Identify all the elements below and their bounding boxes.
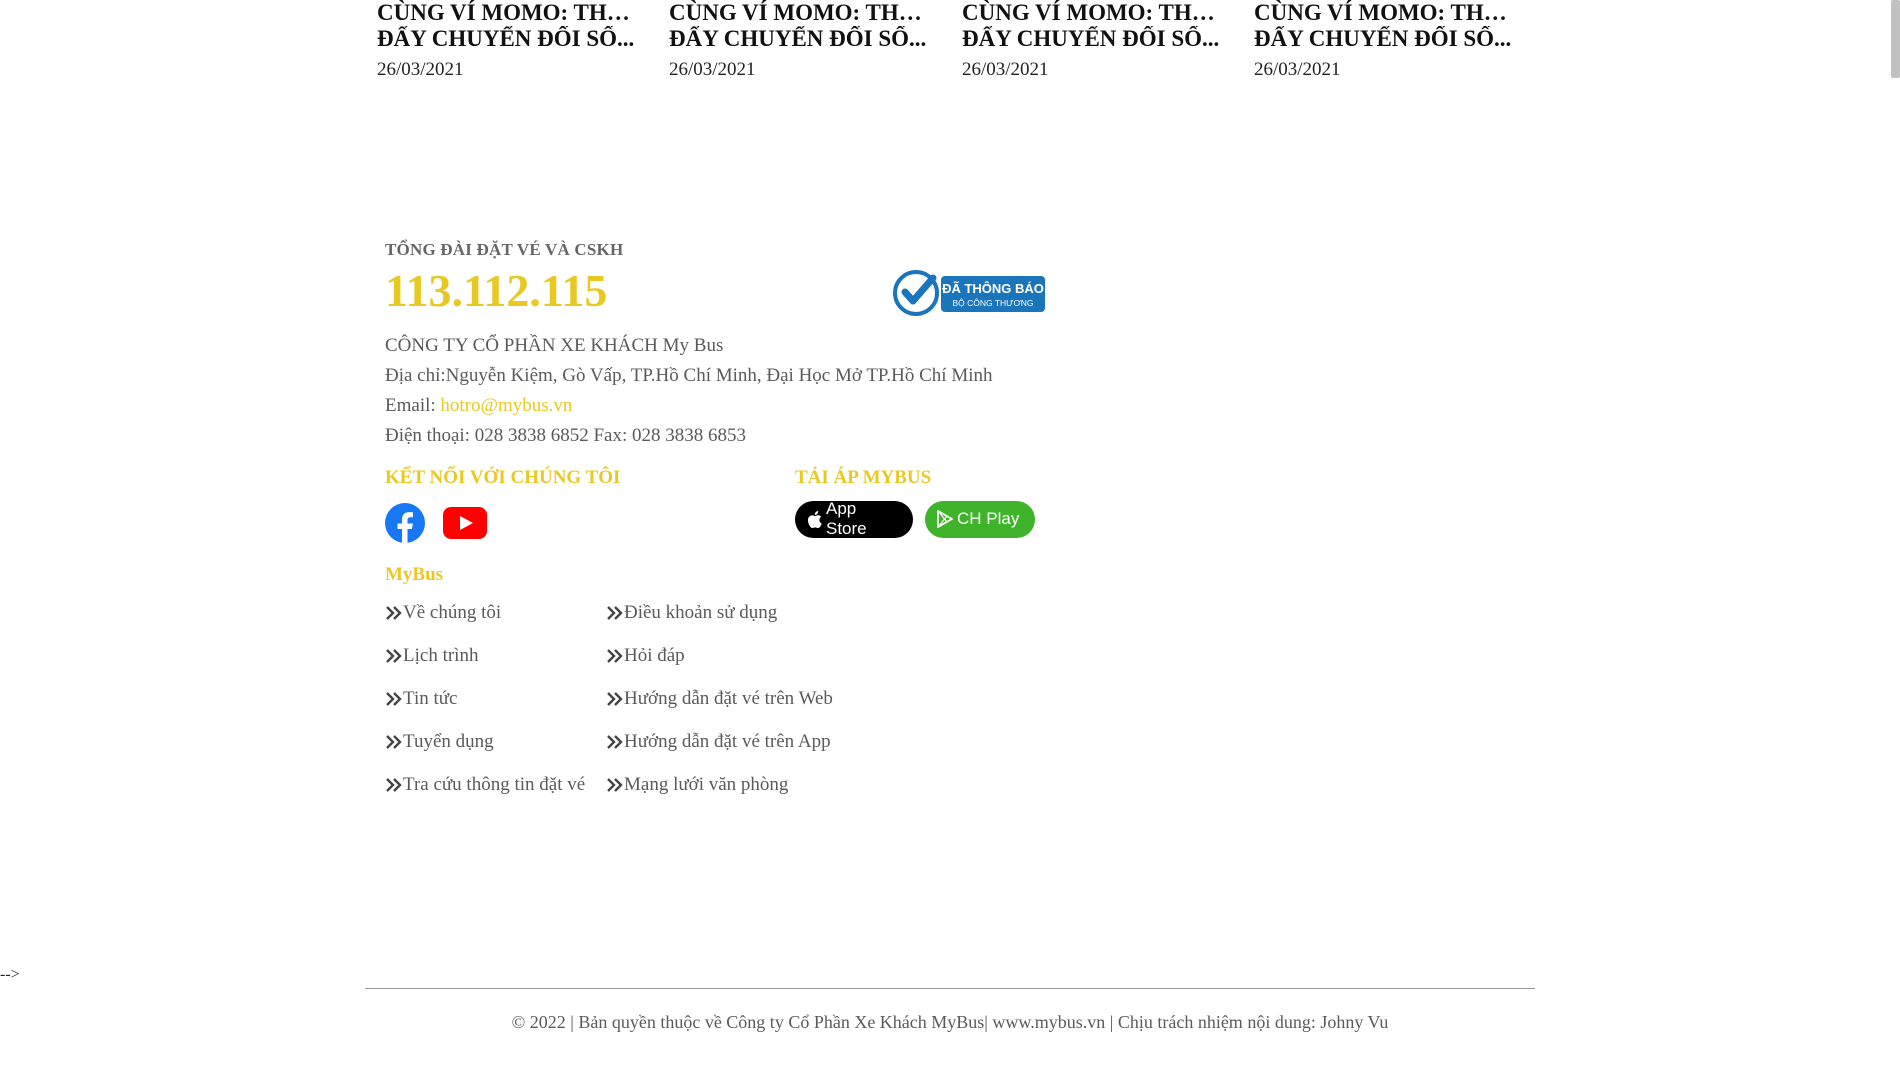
apple-icon <box>807 510 822 528</box>
company-email: Email: hotro@mybus.vn <box>385 391 1085 421</box>
cert-line2: BỘ CÔNG THƯƠNG <box>953 298 1034 308</box>
footer-link-label: Tin tức <box>403 688 458 710</box>
page: CÙNG VÍ MOMO: THÚC ĐẨY CHUYỂN ĐỔI SỐ... … <box>0 0 1900 1074</box>
news-date: 26/03/2021 <box>377 59 464 80</box>
news-card[interactable]: CÙNG VÍ MOMO: THÚC ĐẨY CHUYỂN ĐỔI SỐ... … <box>962 0 1224 81</box>
ch-play-button[interactable]: CH Play <box>925 500 1035 538</box>
email-link[interactable]: hotro@mybus.vn <box>440 395 572 416</box>
news-card[interactable]: CÙNG VÍ MOMO: THÚC ĐẨY CHUYỂN ĐỔI SỐ... … <box>1254 0 1516 81</box>
ch-play-label: CH Play <box>957 509 1020 529</box>
footer-link[interactable]: Hỏi đáp <box>606 635 833 678</box>
footer-link[interactable]: Mạng lưới văn phòng <box>606 764 833 807</box>
double-chevron-right-icon <box>607 649 623 663</box>
double-chevron-right-icon <box>386 735 402 749</box>
company-name: CÔNG TY CỔ PHẦN XE KHÁCH My Bus <box>385 334 724 356</box>
footer-links-col2: Điều khoản sử dụng Hỏi đáp Hướng dẫn đặt… <box>606 592 833 807</box>
news-date: 26/03/2021 <box>962 59 1049 80</box>
footer-link-label: Về chúng tôi <box>403 602 502 624</box>
footer-link[interactable]: Hướng dẫn đặt vé trên Web <box>606 678 833 721</box>
apps-title: TẢI ÁP MYBUS <box>795 466 932 488</box>
copyright-text: © 2022 | Bản quyền thuộc về Công ty Cổ P… <box>511 1012 1389 1032</box>
footer-link[interactable]: Về chúng tôi <box>385 592 585 635</box>
connect-title: KẾT NỐI VỚI CHÚNG TÔI <box>385 466 621 488</box>
footer-link-label: Hướng dẫn đặt vé trên App <box>624 731 831 753</box>
news-date: 26/03/2021 <box>1254 59 1341 80</box>
news-title[interactable]: ĐẨY CHUYỂN ĐỔI SỐ... <box>1254 26 1516 52</box>
stray-comment-text: --> <box>0 966 20 983</box>
double-chevron-right-icon <box>607 606 623 620</box>
news-title[interactable]: ĐẨY CHUYỂN ĐỔI SỐ... <box>377 26 639 52</box>
footer-link-label: Tuyển dụng <box>403 731 494 753</box>
double-chevron-right-icon <box>607 692 623 706</box>
footer-link-label: Điều khoản sử dụng <box>624 602 778 624</box>
cert-line1: ĐÃ THÔNG BÁO <box>942 281 1044 296</box>
footer-links-col1: Về chúng tôi Lịch trình Tin tức Tuyển dụ… <box>385 592 585 807</box>
app-download-section: TẢI ÁP MYBUS App Store CH Play <box>795 467 1035 538</box>
double-chevron-right-icon <box>386 778 402 792</box>
news-card[interactable]: CÙNG VÍ MOMO: THÚC ĐẨY CHUYỂN ĐỔI SỐ... … <box>377 0 639 81</box>
ministry-certification-badge[interactable]: ĐÃ THÔNG BÁO BỘ CÔNG THƯƠNG <box>893 270 1045 316</box>
mybus-links-title: MyBus <box>385 563 444 585</box>
footer-link-label: Mạng lưới văn phòng <box>624 774 789 796</box>
company-address: Địa chỉ:Nguyễn Kiệm, Gò Vấp, TP.Hồ Chí M… <box>385 364 993 386</box>
youtube-link[interactable] <box>443 506 487 544</box>
footer-link[interactable]: Tuyển dụng <box>385 721 585 764</box>
company-info: CÔNG TY CỔ PHẦN XE KHÁCH My Bus Địa chỉ:… <box>385 331 1085 451</box>
app-store-label: App Store <box>826 499 867 539</box>
social-links <box>385 502 620 548</box>
double-chevron-right-icon <box>386 606 402 620</box>
verified-check-icon: ĐÃ THÔNG BÁO BỘ CÔNG THƯƠNG <box>893 270 1045 316</box>
news-title[interactable]: ĐẨY CHUYỂN ĐỔI SỐ... <box>669 26 931 52</box>
hotline-label: TỔNG ĐÀI ĐẶT VÉ VÀ CSKH <box>385 240 624 259</box>
app-buttons: App Store CH Play <box>795 499 1035 539</box>
footer-link-label: Hỏi đáp <box>624 645 685 667</box>
facebook-icon <box>385 502 425 543</box>
facebook-link[interactable] <box>385 502 425 548</box>
youtube-icon <box>443 506 487 539</box>
footer-link-label: Hướng dẫn đặt vé trên Web <box>624 688 833 710</box>
google-play-icon <box>937 510 953 528</box>
footer-link[interactable]: Điều khoản sử dụng <box>606 592 833 635</box>
scrollbar-thumb[interactable] <box>1891 0 1900 78</box>
news-title[interactable]: CÙNG VÍ MOMO: THÚC <box>962 0 1224 26</box>
news-title[interactable]: CÙNG VÍ MOMO: THÚC <box>1254 0 1516 26</box>
news-date: 26/03/2021 <box>669 59 756 80</box>
social-section: KẾT NỐI VỚI CHÚNG TÔI <box>385 467 620 548</box>
footer-links: Về chúng tôi Lịch trình Tin tức Tuyển dụ… <box>385 592 1085 812</box>
footer-divider <box>365 988 1535 989</box>
news-title[interactable]: ĐẨY CHUYỂN ĐỔI SỐ... <box>962 26 1224 52</box>
footer-link[interactable]: Tin tức <box>385 678 585 721</box>
connect-row: KẾT NỐI VỚI CHÚNG TÔI TẢI ÁP MYBUS App S… <box>385 467 1085 562</box>
email-label: Email: <box>385 394 441 416</box>
double-chevron-right-icon <box>607 735 623 749</box>
news-card[interactable]: CÙNG VÍ MOMO: THÚC ĐẨY CHUYỂN ĐỔI SỐ... … <box>669 0 931 81</box>
double-chevron-right-icon <box>607 778 623 792</box>
footer-link-label: Lịch trình <box>403 645 479 667</box>
news-title[interactable]: CÙNG VÍ MOMO: THÚC <box>377 0 639 26</box>
company-phone: Điện thoại: 028 3838 6852 Fax: 028 3838 … <box>385 424 746 446</box>
footer-link[interactable]: Lịch trình <box>385 635 585 678</box>
app-store-button[interactable]: App Store <box>795 499 913 539</box>
news-title[interactable]: CÙNG VÍ MOMO: THÚC <box>669 0 931 26</box>
footer-link[interactable]: Tra cứu thông tin đặt vé <box>385 764 585 807</box>
double-chevron-right-icon <box>386 692 402 706</box>
footer-link-label: Tra cứu thông tin đặt vé <box>403 774 586 796</box>
double-chevron-right-icon <box>386 649 402 663</box>
footer-link[interactable]: Hướng dẫn đặt vé trên App <box>606 721 833 764</box>
footer: TỔNG ĐÀI ĐẶT VÉ VÀ CSKH 113.112.115 ĐÃ T… <box>385 240 1085 812</box>
